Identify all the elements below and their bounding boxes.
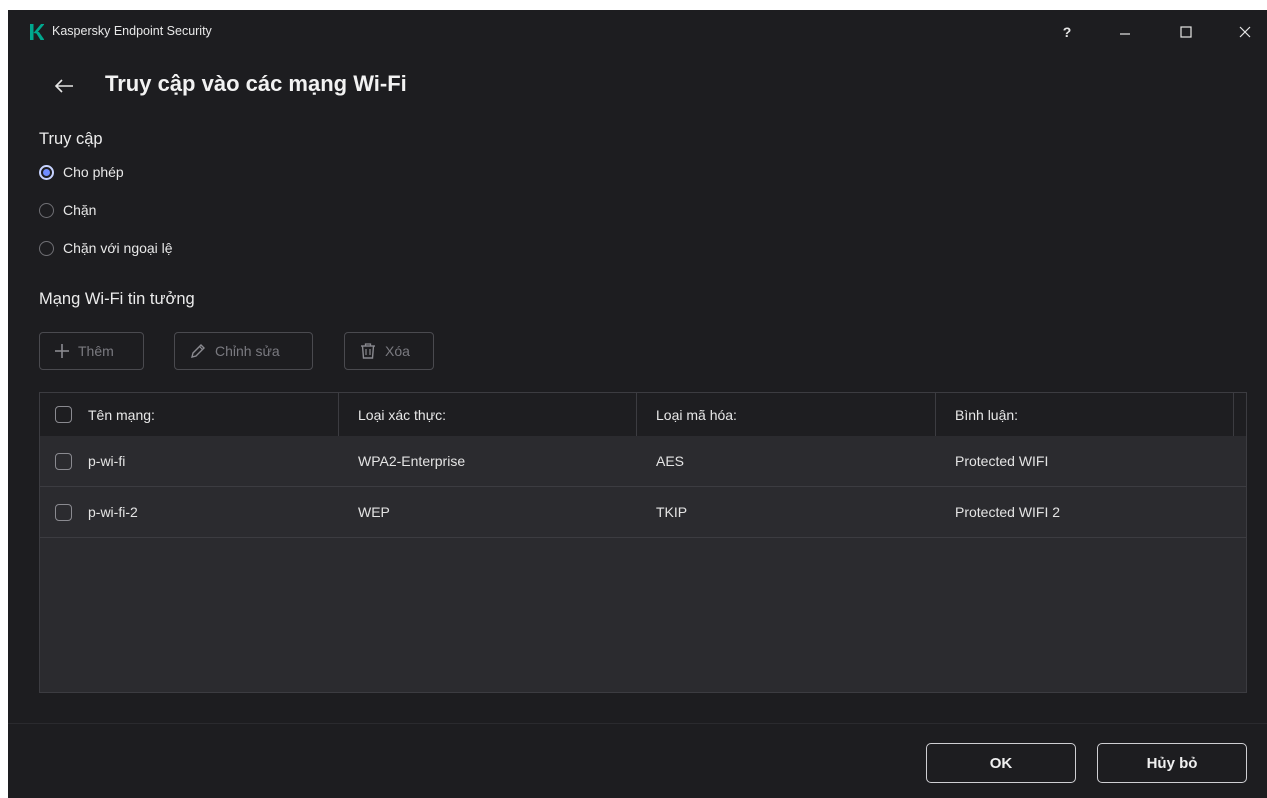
trusted-networks-title: Mạng Wi-Fi tin tưởng (39, 290, 195, 308)
add-button-label: Thêm (78, 343, 114, 359)
radio-label: Chặn (63, 202, 97, 218)
delete-button[interactable]: Xóa (344, 332, 434, 370)
column-header-label: Loại mã hóa: (656, 406, 737, 423)
radio-allow[interactable]: Cho phép (39, 161, 124, 183)
cell-comment: Protected WIFI (955, 453, 1049, 469)
page-title: Truy cập vào các mạng Wi-Fi (105, 71, 407, 96)
ok-button[interactable]: OK (926, 743, 1076, 783)
column-header-label: Tên mạng: (88, 406, 155, 423)
table-row[interactable]: p-wi-fi WPA2-Enterprise AES Protected WI… (40, 436, 1246, 487)
column-header-comment[interactable]: Bình luận: (936, 393, 1234, 436)
network-name: p-wi-fi (88, 453, 126, 469)
cell-auth-type: WEP (358, 504, 390, 520)
minimize-button[interactable] (1113, 20, 1137, 44)
app-title: Kaspersky Endpoint Security (52, 24, 212, 38)
cancel-button[interactable]: Hủy bỏ (1097, 743, 1247, 783)
close-button[interactable] (1233, 20, 1257, 44)
minimize-icon (1120, 33, 1130, 35)
plus-icon (55, 344, 69, 358)
radio-block[interactable]: Chặn (39, 199, 96, 221)
cell-encryption-type: AES (656, 453, 685, 469)
maximize-button[interactable] (1174, 20, 1198, 44)
trash-icon (361, 343, 375, 359)
column-header-label: Loại xác thực: (358, 406, 446, 423)
table-row[interactable]: p-wi-fi-2 WEP TKIP Protected WIFI 2 (40, 487, 1246, 538)
radio-block-with-exceptions[interactable]: Chặn với ngoại lệ (39, 237, 173, 259)
edit-button[interactable]: Chỉnh sửa (174, 332, 313, 370)
radio-button-checked[interactable] (39, 164, 54, 180)
add-button[interactable]: Thêm (39, 332, 144, 370)
table-header: Tên mạng: Loại xác thực: Loại mã hóa: Bì… (40, 393, 1246, 437)
radio-button[interactable] (39, 202, 54, 218)
cell-network-name: p-wi-fi (55, 436, 125, 486)
access-section-title: Truy cập (39, 130, 103, 148)
help-icon: ? (1062, 24, 1072, 40)
title-bar: Kaspersky Endpoint Security ? (8, 10, 1267, 54)
network-name: p-wi-fi-2 (88, 504, 138, 520)
radio-button[interactable] (39, 240, 54, 256)
cell-network-name: p-wi-fi-2 (55, 487, 138, 537)
delete-button-label: Xóa (385, 343, 410, 359)
arrow-left-icon (54, 79, 73, 93)
column-header-network-name[interactable]: Tên mạng: (40, 393, 339, 436)
footer-divider (8, 723, 1267, 724)
trusted-networks-table: Tên mạng: Loại xác thực: Loại mã hóa: Bì… (39, 392, 1247, 693)
column-header-encryption-type[interactable]: Loại mã hóa: (637, 393, 936, 436)
pencil-icon (191, 344, 205, 358)
kaspersky-logo-icon (30, 24, 44, 40)
close-icon (1239, 26, 1251, 38)
cell-comment: Protected WIFI 2 (955, 504, 1061, 520)
column-header-label: Bình luận: (955, 406, 1019, 423)
maximize-icon (1180, 26, 1192, 38)
edit-button-label: Chỉnh sửa (215, 343, 280, 359)
select-all-checkbox[interactable] (55, 406, 72, 423)
cell-encryption-type: TKIP (656, 504, 688, 520)
radio-label: Cho phép (63, 164, 124, 180)
row-checkbox[interactable] (55, 452, 72, 470)
cell-auth-type: WPA2-Enterprise (358, 453, 466, 469)
row-checkbox[interactable] (55, 503, 72, 521)
app-window: Kaspersky Endpoint Security ? Truy cập v… (8, 10, 1267, 798)
back-button[interactable] (50, 72, 78, 100)
column-header-auth-type[interactable]: Loại xác thực: (339, 393, 637, 436)
radio-label: Chặn với ngoại lệ (63, 240, 173, 256)
help-button[interactable]: ? (1055, 20, 1079, 44)
